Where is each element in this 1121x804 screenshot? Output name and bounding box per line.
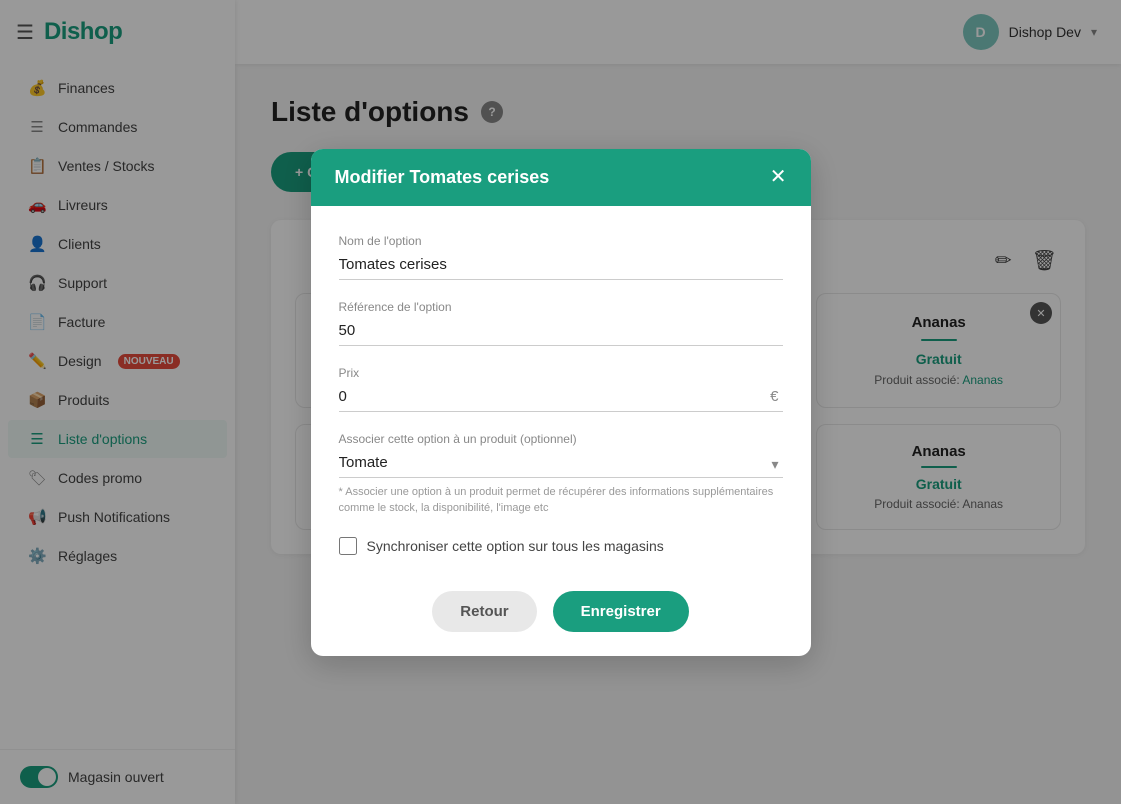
form-group-prix: Prix € xyxy=(339,366,783,412)
ref-label: Référence de l'option xyxy=(339,300,783,314)
associer-select[interactable]: Tomate Carotte Feta Ananas xyxy=(339,450,783,478)
modal-header: Modifier Tomates cerises ✕ xyxy=(311,149,811,206)
modal-modifier: Modifier Tomates cerises ✕ Nom de l'opti… xyxy=(311,149,811,656)
enregistrer-button[interactable]: Enregistrer xyxy=(553,591,689,632)
currency-symbol: € xyxy=(770,388,778,405)
select-wrap: Tomate Carotte Feta Ananas ▾ xyxy=(339,450,783,478)
modal-title: Modifier Tomates cerises xyxy=(335,167,550,188)
ref-input[interactable] xyxy=(339,318,783,346)
associer-label: Associer cette option à un produit (opti… xyxy=(339,432,783,446)
form-group-ref: Référence de l'option xyxy=(339,300,783,346)
modal-overlay: Modifier Tomates cerises ✕ Nom de l'opti… xyxy=(0,0,1121,804)
nom-input[interactable] xyxy=(339,252,783,280)
modal-body: Nom de l'option Référence de l'option Pr… xyxy=(311,206,811,575)
price-input-wrap: € xyxy=(339,384,783,412)
sync-checkbox[interactable] xyxy=(339,537,357,555)
nom-label: Nom de l'option xyxy=(339,234,783,248)
form-group-nom: Nom de l'option xyxy=(339,234,783,280)
modal-footer: Retour Enregistrer xyxy=(311,575,811,656)
form-group-associer: Associer cette option à un produit (opti… xyxy=(339,432,783,517)
retour-button[interactable]: Retour xyxy=(432,591,536,632)
modal-close-button[interactable]: ✕ xyxy=(770,167,787,187)
helper-text: * Associer une option à un produit perme… xyxy=(339,484,783,517)
prix-input[interactable] xyxy=(339,384,783,412)
sync-checkbox-row: Synchroniser cette option sur tous les m… xyxy=(339,537,783,555)
sync-label: Synchroniser cette option sur tous les m… xyxy=(367,538,664,554)
prix-label: Prix xyxy=(339,366,783,380)
